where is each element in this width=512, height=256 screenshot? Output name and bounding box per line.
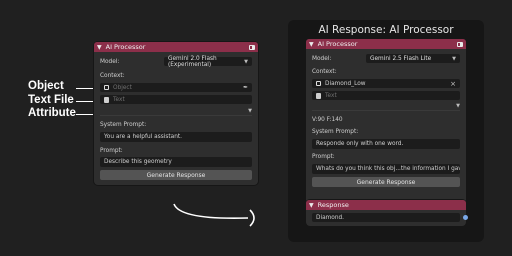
object-value: Diamond_Low — [325, 80, 366, 87]
prompt-input[interactable]: Describe this geometry — [100, 157, 252, 167]
arrow-path — [173, 203, 249, 220]
node-preview-icon[interactable] — [249, 44, 255, 50]
system-prompt-input[interactable]: Responde only with one word. — [312, 139, 460, 149]
arrow-connector — [173, 203, 255, 227]
prompt-label: Prompt: — [100, 148, 123, 154]
node-header[interactable]: ▼ AI Processor — [94, 42, 258, 52]
chevron-down-icon[interactable]: ▼ — [97, 44, 102, 51]
close-icon[interactable]: × — [450, 80, 456, 88]
output-socket[interactable] — [463, 215, 468, 220]
object-icon — [316, 81, 321, 86]
text-placeholder: Text — [113, 96, 125, 103]
response-output[interactable]: Diamond. — [312, 213, 460, 222]
system-prompt-label: System Prompt: — [100, 122, 147, 128]
text-file-field[interactable]: Text — [312, 91, 460, 100]
context-label: Context: — [312, 69, 337, 75]
text-icon — [316, 92, 321, 99]
annotation-object: Object — [28, 80, 64, 92]
prompt-label: Prompt: — [312, 154, 335, 160]
chevron-down-icon[interactable]: ▼ — [309, 202, 314, 209]
text-icon — [104, 96, 109, 103]
response-node[interactable]: ▼ Response Diamond. — [306, 200, 468, 226]
chevron-down-icon[interactable]: ▼ — [456, 103, 460, 109]
node-header[interactable]: ▼ AI Processor — [306, 39, 466, 49]
response-window: AI Response: AI Processor ▼ AI Processor… — [288, 20, 484, 242]
object-icon — [104, 85, 109, 90]
generate-response-button[interactable]: Generate Response — [100, 170, 252, 180]
stats-text: V:90 F:140 — [312, 117, 343, 123]
object-placeholder: Object — [113, 84, 132, 91]
model-value: Gemini 2.0 Flash (Experimental) — [168, 55, 217, 68]
model-dropdown[interactable]: Gemini 2.5 Flash Lite ▼ — [366, 54, 460, 63]
annotation-attribute: Attribute — [28, 107, 76, 119]
arrow-head — [249, 209, 255, 227]
model-label: Model: — [312, 56, 332, 62]
context-label: Context: — [100, 73, 125, 79]
model-dropdown[interactable]: Gemini 2.0 Flash (Experimental) ▼ — [164, 55, 252, 68]
response-node-header[interactable]: ▼ Response — [306, 200, 466, 210]
chevron-down-icon: ▼ — [244, 58, 248, 65]
generate-response-button[interactable]: Generate Response — [312, 177, 460, 187]
eyedropper-icon[interactable]: ✒ — [243, 84, 248, 91]
chevron-down-icon: ▼ — [452, 55, 456, 62]
annotation-attribute-line — [76, 114, 96, 115]
ai-processor-node[interactable]: ▼ AI Processor Model: Gemini 2.0 Flash (… — [94, 42, 258, 185]
model-label: Model: — [100, 59, 120, 65]
text-placeholder: Text — [325, 92, 337, 99]
prompt-input[interactable]: Whats do you think this obj...the inform… — [312, 164, 460, 174]
chevron-down-icon[interactable]: ▼ — [248, 108, 252, 114]
node-preview-icon[interactable] — [457, 41, 463, 47]
system-prompt-label: System Prompt: — [312, 129, 359, 135]
text-file-field[interactable]: Text — [100, 95, 252, 104]
response-node-title: Response — [317, 201, 349, 209]
object-field[interactable]: Diamond_Low × — [312, 79, 460, 88]
attribute-row[interactable]: ▼ — [100, 108, 252, 116]
node-title: AI Processor — [317, 40, 358, 48]
response-window-title: AI Response: AI Processor — [318, 24, 454, 36]
node-title: AI Processor — [105, 43, 146, 51]
annotation-text-file: Text File — [28, 94, 74, 106]
chevron-down-icon[interactable]: ▼ — [309, 41, 314, 48]
model-value: Gemini 2.5 Flash Lite — [370, 55, 432, 62]
system-prompt-input[interactable]: You are a helpful assistant. — [100, 132, 252, 142]
object-field[interactable]: Object ✒ — [100, 83, 252, 92]
ai-processor-node-right[interactable]: ▼ AI Processor Model: Gemini 2.5 Flash L… — [306, 39, 466, 209]
attribute-row[interactable]: ▼ — [312, 103, 460, 111]
